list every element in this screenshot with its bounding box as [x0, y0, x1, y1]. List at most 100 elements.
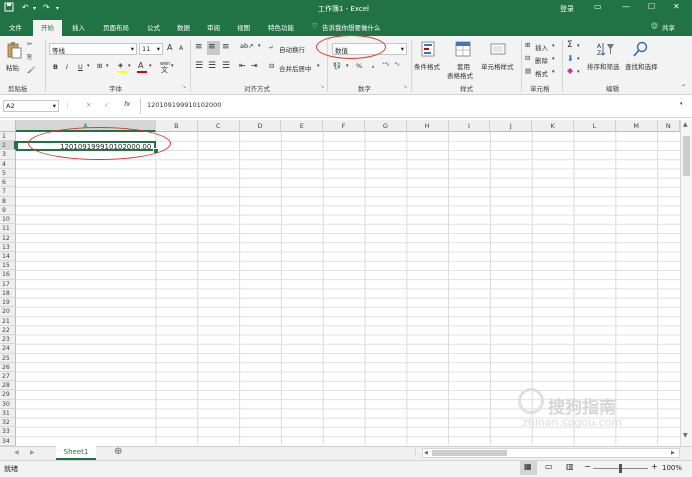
select-all-corner[interactable]: [0, 120, 16, 132]
delete-cells-icon[interactable]: ⊟: [525, 54, 530, 62]
scroll-up-icon[interactable]: ▲: [683, 121, 688, 128]
row-header-31[interactable]: 31: [0, 408, 16, 419]
normal-view-icon[interactable]: ▦: [524, 462, 532, 471]
column-header-c[interactable]: C: [197, 120, 240, 132]
column-header-d[interactable]: D: [239, 120, 282, 132]
delete-cells-button[interactable]: 删除: [535, 55, 548, 65]
merge-dropdown-icon[interactable]: ▾: [317, 63, 320, 69]
insert-cells-icon[interactable]: ⊞: [525, 41, 530, 49]
column-header-b[interactable]: B: [156, 120, 198, 132]
scroll-left-icon[interactable]: ◀: [424, 450, 428, 456]
tab-data[interactable]: 数据: [177, 22, 190, 32]
percent-button[interactable]: %: [356, 62, 362, 70]
fill-color-icon[interactable]: ◈: [118, 61, 123, 69]
maximize-icon[interactable]: ☐: [648, 2, 655, 11]
font-color-dropdown-icon[interactable]: ▾: [149, 63, 152, 69]
alignment-dialog-launcher-icon[interactable]: ↘: [320, 84, 324, 90]
row-header-10[interactable]: 10: [0, 215, 16, 225]
name-box[interactable]: A2 ▾: [3, 100, 59, 112]
column-header-g[interactable]: G: [365, 120, 407, 132]
row-header-6[interactable]: 6: [0, 178, 16, 188]
align-center-icon[interactable]: ☰: [208, 61, 216, 71]
row-header-26[interactable]: 26: [0, 362, 16, 372]
zoom-level[interactable]: 100%: [662, 464, 682, 472]
tab-review[interactable]: 审阅: [207, 22, 220, 32]
row-header-15[interactable]: 15: [0, 261, 16, 271]
accounting-format-icon[interactable]: 💱: [333, 62, 341, 70]
row-header-19[interactable]: 19: [0, 298, 16, 308]
cell-styles-button[interactable]: 单元格样式: [481, 61, 514, 71]
font-name-select[interactable]: 等线 ▾: [49, 43, 137, 55]
align-right-icon[interactable]: ☰: [222, 61, 230, 71]
format-dropdown-icon[interactable]: ▾: [552, 69, 555, 75]
wrap-text-button[interactable]: 自动换行: [279, 44, 305, 54]
bold-button[interactable]: B: [53, 63, 58, 71]
column-header-f[interactable]: F: [323, 120, 365, 132]
decrease-decimal-icon[interactable]: ⁰₀: [395, 62, 399, 68]
phonetic-dropdown-icon[interactable]: ▾: [171, 63, 174, 69]
next-sheet-icon[interactable]: ▶: [30, 449, 35, 456]
row-header-12[interactable]: 12: [0, 233, 16, 243]
fill-icon[interactable]: ⬇: [567, 54, 574, 63]
scroll-right-icon[interactable]: ▶: [671, 450, 675, 456]
sort-filter-icon[interactable]: AZ: [597, 41, 615, 59]
font-color-button[interactable]: A: [138, 61, 143, 70]
borders-icon[interactable]: ⊞: [97, 62, 102, 70]
row-header-4[interactable]: 4: [0, 159, 16, 169]
horizontal-scrollbar[interactable]: ◀ ▶: [422, 448, 680, 458]
hscroll-split-icon[interactable]: ⋮: [412, 448, 419, 456]
format-as-table-icon[interactable]: [455, 41, 471, 59]
column-header-n[interactable]: N: [657, 120, 680, 132]
undo-icon[interactable]: ↶: [22, 3, 29, 12]
cancel-icon[interactable]: ✕: [86, 101, 91, 109]
row-header-8[interactable]: 8: [0, 196, 16, 206]
italic-button[interactable]: I: [66, 63, 68, 71]
add-sheet-icon[interactable]: ⊕: [114, 446, 122, 457]
increase-decimal-icon[interactable]: ⁺⁰₀: [382, 62, 389, 68]
horizontal-scroll-thumb[interactable]: [432, 450, 507, 456]
tab-special[interactable]: 特色功能: [268, 22, 294, 32]
find-select-button[interactable]: 查找和选择: [625, 61, 658, 71]
row-header-27[interactable]: 27: [0, 371, 16, 382]
row-header-34[interactable]: 34: [0, 436, 16, 446]
prev-sheet-icon[interactable]: ◀: [14, 449, 19, 456]
row-header-23[interactable]: 23: [0, 335, 16, 345]
ribbon-display-icon[interactable]: ▭: [594, 2, 602, 11]
tell-me-search[interactable]: 告诉我你想要做什么: [322, 22, 381, 32]
page-layout-view-icon[interactable]: ▭: [545, 462, 553, 471]
comma-button[interactable]: ,: [372, 61, 374, 69]
minimize-icon[interactable]: —: [622, 2, 630, 11]
formula-input[interactable]: 120109199910102000: [147, 101, 221, 109]
shrink-font-button[interactable]: A: [179, 45, 183, 52]
page-break-view-icon[interactable]: ▥: [566, 462, 574, 471]
fill-dropdown-icon[interactable]: ▾: [128, 63, 131, 69]
row-header-2[interactable]: 2: [0, 141, 16, 151]
login-link[interactable]: 登录: [560, 4, 574, 14]
row-header-7[interactable]: 7: [0, 187, 16, 197]
row-header-32[interactable]: 32: [0, 418, 16, 428]
undo-dropdown-icon[interactable]: ▾: [33, 5, 36, 12]
tab-page-layout[interactable]: 页面布局: [103, 22, 129, 32]
vertical-scroll-thumb[interactable]: [683, 136, 690, 176]
tab-insert[interactable]: 插入: [72, 22, 85, 32]
copy-icon[interactable]: ⎘: [27, 53, 32, 62]
middle-align-icon[interactable]: ≡: [208, 42, 216, 52]
cut-icon[interactable]: ✂: [27, 40, 32, 48]
row-header-24[interactable]: 24: [0, 344, 16, 354]
enter-icon[interactable]: ✓: [104, 101, 109, 109]
column-header-e[interactable]: E: [281, 120, 324, 132]
orientation-icon[interactable]: ab↗: [240, 42, 254, 50]
vertical-scrollbar[interactable]: ▲ ▼: [680, 120, 692, 446]
row-header-33[interactable]: 33: [0, 427, 16, 437]
column-header-i[interactable]: I: [448, 120, 491, 132]
clear-dropdown-icon[interactable]: ▾: [577, 69, 580, 75]
row-header-29[interactable]: 29: [0, 390, 16, 400]
column-header-k[interactable]: K: [532, 120, 574, 132]
paste-icon[interactable]: [6, 41, 22, 61]
underline-button[interactable]: U: [78, 63, 83, 71]
row-header-5[interactable]: 5: [0, 168, 16, 179]
underline-dropdown-icon[interactable]: ▾: [87, 63, 90, 69]
column-header-m[interactable]: M: [615, 120, 658, 132]
row-header-18[interactable]: 18: [0, 288, 16, 299]
format-cells-icon[interactable]: ▤: [525, 67, 531, 75]
